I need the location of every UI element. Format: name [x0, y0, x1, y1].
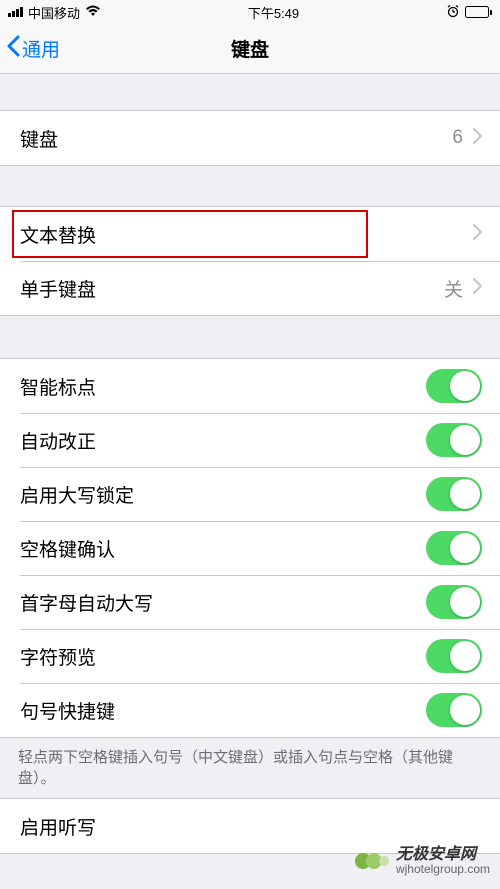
cell-label: 键盘 — [20, 125, 58, 152]
cell-label: 单手键盘 — [20, 275, 96, 302]
spacer — [0, 316, 500, 358]
cell-label: 文本替换 — [20, 221, 96, 248]
cell-smart-punctuation[interactable]: 智能标点 — [0, 359, 500, 413]
cell-caps-lock[interactable]: 启用大写锁定 — [0, 467, 500, 521]
battery-icon — [465, 6, 492, 18]
cell-value: 6 — [452, 127, 463, 149]
cell-label: 智能标点 — [20, 373, 96, 400]
cell-char-preview[interactable]: 字符预览 — [0, 629, 500, 683]
cell-space-confirm[interactable]: 空格键确认 — [0, 521, 500, 575]
cell-auto-correct[interactable]: 自动改正 — [0, 413, 500, 467]
alarm-icon — [446, 4, 460, 21]
watermark-sub: wjhotelgroup.com — [396, 863, 490, 876]
cell-label: 启用听写 — [20, 813, 96, 840]
chevron-right-icon — [473, 224, 482, 245]
cell-label: 空格键确认 — [20, 535, 115, 562]
toggle-switch[interactable] — [426, 477, 482, 511]
cell-label: 字符预览 — [20, 643, 96, 670]
status-bar: 中国移动 下午5:49 — [0, 0, 500, 24]
status-right — [446, 4, 492, 21]
spacer — [0, 166, 500, 206]
signal-icon — [8, 7, 23, 17]
cell-keyboards[interactable]: 键盘 6 — [0, 111, 500, 165]
group-keyboards: 键盘 6 — [0, 110, 500, 166]
spacer — [0, 74, 500, 110]
back-button[interactable]: 通用 — [0, 35, 60, 63]
carrier-label: 中国移动 — [28, 3, 80, 22]
toggle-switch[interactable] — [426, 693, 482, 727]
status-left: 中国移动 — [8, 3, 101, 22]
cell-auto-capitalize[interactable]: 首字母自动大写 — [0, 575, 500, 629]
cell-one-handed[interactable]: 单手键盘 关 — [0, 261, 500, 315]
toggle-switch[interactable] — [426, 639, 482, 673]
cell-text-replace[interactable]: 文本替换 — [0, 207, 500, 261]
page-title: 键盘 — [231, 35, 269, 62]
group-toggles: 智能标点 自动改正 启用大写锁定 空格键确认 首字母自动大写 字符预览 句号快捷… — [0, 358, 500, 738]
chevron-right-icon — [473, 278, 482, 299]
watermark: 无极安卓网 wjhotelgroup.com — [354, 843, 490, 879]
chevron-right-icon — [473, 128, 482, 149]
status-time: 下午5:49 — [248, 3, 299, 22]
cell-value: 关 — [444, 275, 463, 302]
cell-period-shortcut[interactable]: 句号快捷键 — [0, 683, 500, 737]
group-text: 文本替换 单手键盘 关 — [0, 206, 500, 316]
toggle-switch[interactable] — [426, 531, 482, 565]
nav-bar: 通用 键盘 — [0, 24, 500, 74]
watermark-logo-icon — [354, 843, 390, 879]
footer-note: 轻点两下空格键插入句号（中文键盘）或插入句点与空格（其他键盘）。 — [0, 738, 500, 798]
toggle-switch[interactable] — [426, 369, 482, 403]
cell-label: 启用大写锁定 — [20, 481, 134, 508]
cell-label: 句号快捷键 — [20, 697, 115, 724]
chevron-left-icon — [6, 35, 20, 63]
watermark-title: 无极安卓网 — [396, 846, 490, 864]
cell-label: 首字母自动大写 — [20, 589, 153, 616]
toggle-switch[interactable] — [426, 585, 482, 619]
back-label: 通用 — [22, 35, 60, 62]
toggle-switch[interactable] — [426, 423, 482, 457]
wifi-icon — [85, 5, 101, 20]
cell-label: 自动改正 — [20, 427, 96, 454]
